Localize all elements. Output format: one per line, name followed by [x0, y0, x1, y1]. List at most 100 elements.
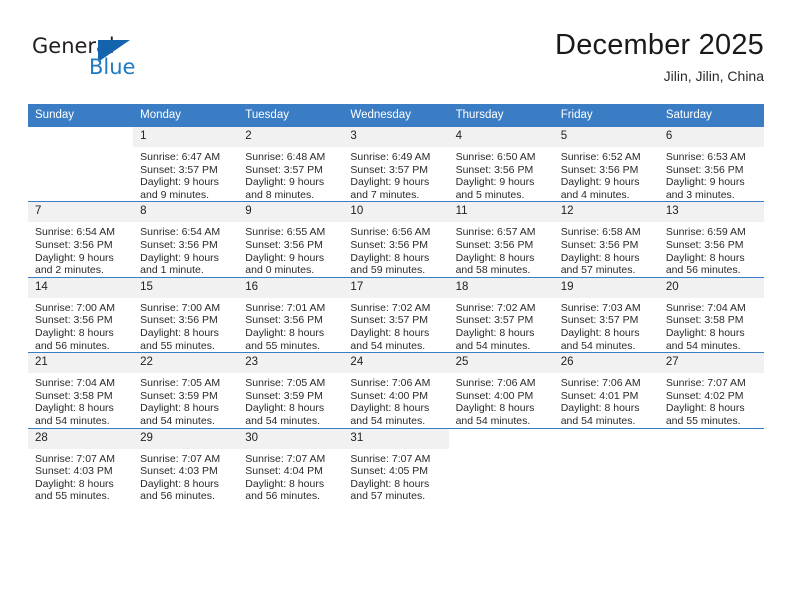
calendar-day-cell[interactable]: 15 Sunrise: 7:00 AM Sunset: 3:56 PM Dayligh…: [133, 276, 239, 353]
calendar-day-cell[interactable]: 13 Sunrise: 6:59 AM Sunset: 3:56 PM Dayligh…: [658, 201, 764, 278]
calendar-day-cell[interactable]: 27 Sunrise: 7:07 AM Sunset: 4:02 PM Dayligh…: [658, 352, 764, 428]
day-details: Sunrise: 6:52 AM Sunset: 3:56 PM Daylight:…: [554, 147, 659, 201]
daylight-text-line2: and 4 minutes.: [560, 188, 630, 201]
calendar-day-cell[interactable]: 7 Sunrise: 6:54 AM Sunset: 3:56 PM Daylight…: [28, 201, 134, 278]
daylight-text-line1: Daylight: 8 hours: [455, 326, 535, 339]
daylight-text-line2: and 55 minutes.: [140, 339, 215, 352]
calendar-day-cell[interactable]: 25 Sunrise: 7:06 AM Sunset: 4:00 PM Dayligh…: [448, 352, 554, 428]
day-number: 22: [133, 353, 239, 374]
day-details: Sunrise: 6:56 AM Sunset: 3:56 PM Daylight:…: [343, 222, 448, 276]
daylight-text-line1: Daylight: 8 hours: [665, 251, 745, 264]
weekday-header-row: Sunday Monday Tuesday Wednesday Thursday…: [28, 104, 764, 127]
sunrise-text: Sunrise: 7:07 AM: [245, 452, 326, 465]
calendar-day-cell[interactable]: 1 Sunrise: 6:47 AM Sunset: 3:57 PM Daylight…: [133, 125, 239, 202]
calendar-day-cell[interactable]: 31 Sunrise: 7:07 AM Sunset: 4:05 PM Dayligh…: [343, 427, 449, 503]
daylight-text-line1: Daylight: 8 hours: [35, 402, 114, 415]
sunrise-text: Sunrise: 6:47 AM: [140, 151, 221, 163]
sunset-text: Sunset: 3:56 PM: [665, 238, 744, 251]
sunrise-text: Sunrise: 7:06 AM: [560, 377, 641, 390]
calendar-day-cell[interactable]: 17 Sunrise: 7:02 AM Sunset: 3:57 PM Dayligh…: [343, 276, 449, 353]
calendar-day-cell[interactable]: 6 Sunrise: 6:53 AM Sunset: 3:56 PM Daylight…: [658, 125, 764, 202]
calendar-day-cell[interactable]: 11 Sunrise: 6:57 AM Sunset: 3:56 PM Dayligh…: [448, 201, 554, 278]
calendar-day-cell[interactable]: 16 Sunrise: 7:01 AM Sunset: 3:56 PM Dayligh…: [238, 276, 344, 353]
daylight-text-line2: and 54 minutes.: [455, 339, 531, 352]
weekday-header-wednesday: Wednesday: [343, 104, 449, 127]
daylight-text-line2: and 58 minutes.: [455, 264, 531, 277]
sunrise-text: Sunrise: 6:56 AM: [350, 226, 431, 239]
daylight-text-line2: and 57 minutes.: [350, 490, 426, 503]
daylight-text-line1: Daylight: 8 hours: [35, 477, 114, 490]
day-details: Sunrise: 6:55 AM Sunset: 3:56 PM Daylight:…: [238, 222, 343, 276]
day-details: Sunrise: 7:06 AM Sunset: 4:00 PM Daylight:…: [449, 373, 554, 427]
day-details: Sunrise: 7:05 AM Sunset: 3:59 PM Daylight:…: [238, 373, 343, 427]
calendar-day-cell[interactable]: 14 Sunrise: 7:00 AM Sunset: 3:56 PM Dayligh…: [28, 276, 134, 353]
calendar-day-cell[interactable]: 2 Sunrise: 6:48 AM Sunset: 3:57 PM Daylight…: [238, 125, 344, 202]
calendar-day-cell[interactable]: 5 Sunrise: 6:52 AM Sunset: 3:56 PM Daylight…: [553, 125, 659, 202]
calendar-day-cell[interactable]: 20 Sunrise: 7:04 AM Sunset: 3:58 PM Dayligh…: [658, 276, 764, 353]
day-details: Sunrise: 7:07 AM Sunset: 4:04 PM Daylight:…: [238, 449, 343, 503]
day-number: 5: [553, 127, 659, 147]
weekday-header-thursday: Thursday: [448, 104, 554, 127]
daylight-text-line2: and 54 minutes.: [455, 414, 531, 427]
day-details: Sunrise: 6:48 AM Sunset: 3:57 PM Daylight:…: [238, 147, 343, 201]
day-number: 18: [448, 277, 554, 298]
sunset-text: Sunset: 3:59 PM: [140, 389, 218, 402]
calendar-day-cell[interactable]: 19 Sunrise: 7:03 AM Sunset: 3:57 PM Dayligh…: [553, 276, 659, 353]
day-number: 26: [553, 353, 659, 374]
sunrise-text: Sunrise: 7:04 AM: [35, 377, 115, 390]
calendar-day-cell[interactable]: 23 Sunrise: 7:05 AM Sunset: 3:59 PM Dayligh…: [238, 352, 344, 428]
calendar-cell-inner: 4 Sunrise: 6:50 AM Sunset: 3:56 PM Daylight…: [448, 127, 554, 201]
sunset-text: Sunset: 3:56 PM: [665, 163, 744, 176]
daylight-text-line2: and 9 minutes.: [140, 188, 210, 201]
day-number: [28, 127, 134, 147]
calendar-day-cell[interactable]: 24 Sunrise: 7:06 AM Sunset: 4:00 PM Dayligh…: [343, 352, 449, 428]
daylight-text-line1: Daylight: 9 hours: [35, 251, 114, 264]
sunset-text: Sunset: 3:57 PM: [560, 314, 639, 327]
sunrise-text: Sunrise: 6:48 AM: [245, 151, 326, 163]
calendar-cell-inner: 16 Sunrise: 7:01 AM Sunset: 3:56 PM Dayligh…: [238, 277, 344, 352]
location-subtitle: Jilin, Jilin, China: [663, 68, 764, 84]
calendar-cell-inner: 5 Sunrise: 6:52 AM Sunset: 3:56 PM Daylight…: [553, 127, 659, 201]
calendar-cell-empty: [553, 427, 659, 503]
sunset-text: Sunset: 3:56 PM: [560, 163, 639, 176]
sunrise-text: Sunrise: 6:49 AM: [350, 151, 431, 163]
day-number: 20: [658, 277, 764, 298]
calendar-cell-inner: 1 Sunrise: 6:47 AM Sunset: 3:57 PM Daylight…: [133, 127, 239, 201]
sunrise-text: Sunrise: 7:00 AM: [140, 301, 221, 314]
daylight-text-line2: and 2 minutes.: [35, 264, 104, 277]
calendar-day-cell[interactable]: 29 Sunrise: 7:07 AM Sunset: 4:03 PM Dayligh…: [133, 427, 239, 503]
calendar-cell-inner: 25 Sunrise: 7:06 AM Sunset: 4:00 PM Dayligh…: [448, 353, 554, 427]
calendar-cell-inner: 6 Sunrise: 6:53 AM Sunset: 3:56 PM Daylight…: [658, 127, 764, 201]
calendar-day-cell[interactable]: 22 Sunrise: 7:05 AM Sunset: 3:59 PM Dayligh…: [133, 352, 239, 428]
calendar-day-cell[interactable]: 3 Sunrise: 6:49 AM Sunset: 3:57 PM Daylight…: [343, 125, 449, 202]
calendar-day-cell[interactable]: 9 Sunrise: 6:55 AM Sunset: 3:56 PM Daylight…: [238, 201, 344, 278]
calendar-day-cell[interactable]: 30 Sunrise: 7:07 AM Sunset: 4:04 PM Dayligh…: [238, 427, 344, 503]
day-number: 21: [28, 353, 134, 374]
calendar-cell-inner: 9 Sunrise: 6:55 AM Sunset: 3:56 PM Daylight…: [238, 202, 344, 276]
calendar-day-cell[interactable]: 4 Sunrise: 6:50 AM Sunset: 3:56 PM Daylight…: [448, 125, 554, 202]
calendar-cell-inner: 14 Sunrise: 7:00 AM Sunset: 3:56 PM Dayligh…: [28, 277, 134, 352]
calendar-day-cell[interactable]: 21 Sunrise: 7:04 AM Sunset: 3:58 PM Dayligh…: [28, 352, 134, 428]
sunset-text: Sunset: 3:56 PM: [560, 238, 639, 251]
day-number: 17: [343, 277, 449, 298]
calendar-day-cell[interactable]: 26 Sunrise: 7:06 AM Sunset: 4:01 PM Dayligh…: [553, 352, 659, 428]
calendar-cell-inner: 27 Sunrise: 7:07 AM Sunset: 4:02 PM Dayligh…: [658, 353, 764, 427]
calendar-day-cell[interactable]: 28 Sunrise: 7:07 AM Sunset: 4:03 PM Dayligh…: [28, 427, 134, 503]
calendar-day-cell[interactable]: 8 Sunrise: 6:54 AM Sunset: 3:56 PM Daylight…: [133, 201, 239, 278]
sunrise-text: Sunrise: 6:57 AM: [455, 226, 536, 239]
calendar-day-cell[interactable]: 12 Sunrise: 6:58 AM Sunset: 3:56 PM Dayligh…: [553, 201, 659, 278]
daylight-text-line2: and 54 minutes.: [560, 414, 636, 427]
daylight-text-line1: Daylight: 9 hours: [350, 176, 430, 189]
calendar-day-cell[interactable]: 10 Sunrise: 6:56 AM Sunset: 3:56 PM Dayligh…: [343, 201, 449, 278]
sunrise-text: Sunrise: 6:52 AM: [560, 151, 641, 163]
daylight-text-line1: Daylight: 8 hours: [350, 402, 430, 415]
day-number: [553, 428, 659, 449]
calendar-day-cell[interactable]: 18 Sunrise: 7:02 AM Sunset: 3:57 PM Dayligh…: [448, 276, 554, 353]
general-blue-logo[interactable]: General Blue: [32, 34, 162, 86]
day-number: 29: [133, 428, 239, 449]
daylight-text-line2: and 8 minutes.: [245, 188, 315, 201]
day-number: 3: [343, 127, 449, 147]
page-header: General Blue December 2025 Jilin, Jilin,…: [28, 28, 764, 94]
daylight-text-line1: Daylight: 8 hours: [35, 326, 114, 339]
daylight-text-line2: and 56 minutes.: [665, 264, 741, 277]
